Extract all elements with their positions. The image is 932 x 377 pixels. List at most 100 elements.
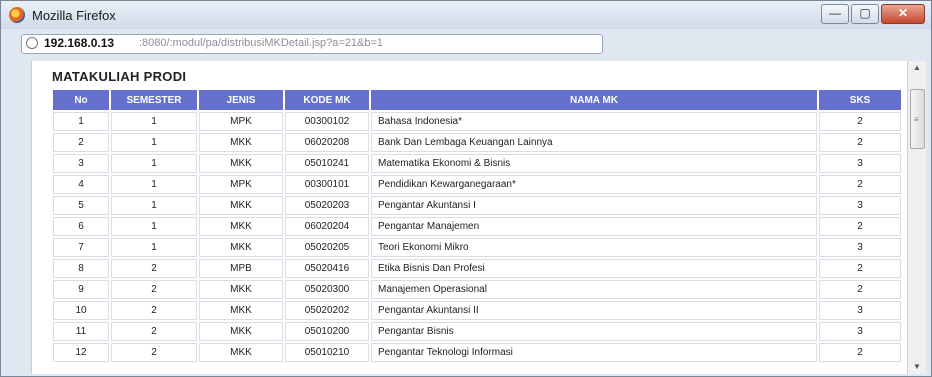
cell-kode-mk: 05010241	[285, 154, 369, 173]
cell-jenis: MKK	[199, 154, 283, 173]
table-row: 2 1 MKK 06020208 Bank Dan Lembaga Keuangan L…	[53, 133, 901, 152]
cell-kode-mk: 00300102	[285, 112, 369, 131]
scroll-up-icon[interactable]: ▲	[908, 61, 926, 75]
table-body: 1 1 MPK 00300102 Bahasa Indonesia* 2 2 1 MKK 0602…	[53, 112, 901, 362]
cell-nama-mk: Matematika Ekonomi & Bisnis	[371, 154, 817, 173]
cell-jenis: MPK	[199, 175, 283, 194]
cell-no: 2	[53, 133, 109, 152]
cell-no: 7	[53, 238, 109, 257]
firefox-icon	[9, 7, 25, 23]
column-header-jenis: JENIS	[199, 90, 283, 110]
cell-nama-mk: Pengantar Bisnis	[371, 322, 817, 341]
grip-icon: ≡	[914, 115, 919, 124]
url-path: :8080/:modul/pa/distribusiMKDetail.jsp?a…	[139, 37, 383, 49]
cell-jenis: MKK	[199, 196, 283, 215]
browser-window: Mozilla Firefox — ▢ ✕ 192.168.0.13 :8080…	[0, 0, 932, 377]
cell-jenis: MPB	[199, 259, 283, 278]
maximize-button[interactable]: ▢	[851, 4, 879, 24]
cell-semester: 1	[111, 154, 197, 173]
table-row: 3 1 MKK 05010241 Matematika Ekonomi & Bisnis…	[53, 154, 901, 173]
page-content: MATAKULIAH PRODI No SEMESTER JENIS KODE …	[31, 61, 907, 374]
cell-sks: 2	[819, 217, 901, 236]
address-bar[interactable]: 192.168.0.13 :8080/:modul/pa/distribusiM…	[21, 34, 603, 54]
cell-semester: 2	[111, 343, 197, 362]
column-header-kode-mk: KODE MK	[285, 90, 369, 110]
cell-no: 8	[53, 259, 109, 278]
scroll-thumb[interactable]: ≡	[910, 89, 925, 149]
cell-nama-mk: Bank Dan Lembaga Keuangan Lainnya	[371, 133, 817, 152]
cell-kode-mk: 05020205	[285, 238, 369, 257]
cell-semester: 2	[111, 280, 197, 299]
cell-sks: 2	[819, 259, 901, 278]
cell-semester: 1	[111, 133, 197, 152]
column-header-semester: SEMESTER	[111, 90, 197, 110]
cell-jenis: MKK	[199, 280, 283, 299]
cell-kode-mk: 06020208	[285, 133, 369, 152]
cell-sks: 2	[819, 280, 901, 299]
cell-sks: 2	[819, 175, 901, 194]
column-header-sks: SKS	[819, 90, 901, 110]
cell-jenis: MKK	[199, 301, 283, 320]
close-icon: ✕	[897, 6, 909, 20]
cell-kode-mk: 05020203	[285, 196, 369, 215]
cell-nama-mk: Pengantar Manajemen	[371, 217, 817, 236]
cell-kode-mk: 05020300	[285, 280, 369, 299]
cell-no: 3	[53, 154, 109, 173]
cell-no: 1	[53, 112, 109, 131]
window-title: Mozilla Firefox	[32, 8, 116, 23]
cell-sks: 3	[819, 238, 901, 257]
cell-kode-mk: 05010200	[285, 322, 369, 341]
cell-sks: 3	[819, 301, 901, 320]
cell-semester: 2	[111, 301, 197, 320]
course-table: No SEMESTER JENIS KODE MK NAMA MK SKS 11…	[51, 88, 903, 364]
table-row: 12 2 MKK 05010210 Pengantar Teknologi Inform…	[53, 343, 901, 362]
cell-jenis: MKK	[199, 343, 283, 362]
vertical-scrollbar[interactable]: ▲ ≡ ▼	[907, 61, 926, 374]
cell-nama-mk: Teori Ekonomi Mikro	[371, 238, 817, 257]
cell-semester: 1	[111, 175, 197, 194]
minimize-button[interactable]: —	[821, 4, 849, 24]
close-button[interactable]: ✕	[881, 4, 925, 24]
cell-nama-mk: Pengantar Teknologi Informasi	[371, 343, 817, 362]
table-row: 1 1 MPK 00300102 Bahasa Indonesia* 2	[53, 112, 901, 131]
cell-semester: 1	[111, 196, 197, 215]
cell-nama-mk: Etika Bisnis Dan Profesi	[371, 259, 817, 278]
cell-jenis: MKK	[199, 133, 283, 152]
cell-semester: 1	[111, 238, 197, 257]
cell-semester: 1	[111, 112, 197, 131]
cell-kode-mk: 00300101	[285, 175, 369, 194]
table-row: 5 1 MKK 05020203 Pengantar Akuntansi I3	[53, 196, 901, 215]
scroll-down-icon[interactable]: ▼	[908, 360, 926, 374]
cell-jenis: MKK	[199, 238, 283, 257]
cell-no: 4	[53, 175, 109, 194]
page-title: MATAKULIAH PRODI	[52, 69, 187, 84]
minimize-icon: —	[829, 6, 841, 20]
cell-kode-mk: 05020416	[285, 259, 369, 278]
cell-nama-mk: Bahasa Indonesia*	[371, 112, 817, 131]
table-row: 10 2 MKK 05020202 Pengantar Akuntansi II 3	[53, 301, 901, 320]
maximize-icon: ▢	[859, 6, 871, 20]
cell-nama-mk: Pengantar Akuntansi II	[371, 301, 817, 320]
cell-sks: 2	[819, 133, 901, 152]
cell-nama-mk: Pendidikan Kewarganegaraan*	[371, 175, 817, 194]
cell-no: 9	[53, 280, 109, 299]
table-row: 7 1 MKK 05020205 Teori Ekonomi Mikro 3	[53, 238, 901, 257]
cell-kode-mk: 05020202	[285, 301, 369, 320]
cell-jenis: MKK	[199, 217, 283, 236]
cell-semester: 1	[111, 217, 197, 236]
cell-kode-mk: 05010210	[285, 343, 369, 362]
cell-kode-mk: 06020204	[285, 217, 369, 236]
table-row: 8 2 MPB 05020416 Etika Bisnis Dan Profesi 2	[53, 259, 901, 278]
column-header-nama-mk: NAMA MK	[371, 90, 817, 110]
column-header-no: No	[53, 90, 109, 110]
table-row: 4 1 MPK 00300101 Pendidikan Kewarganegaraan*…	[53, 175, 901, 194]
table-row: 6 1 MKK 06020204 Pengantar Manajemen 2	[53, 217, 901, 236]
cell-no: 12	[53, 343, 109, 362]
table-row: 9 2 MKK 05020300 Manajemen Operasional 2	[53, 280, 901, 299]
url-host: 192.168.0.13	[44, 36, 115, 50]
title-bar: Mozilla Firefox — ▢ ✕	[1, 1, 931, 29]
cell-sks: 3	[819, 196, 901, 215]
cell-nama-mk: Manajemen Operasional	[371, 280, 817, 299]
cell-semester: 2	[111, 259, 197, 278]
table-header-row: No SEMESTER JENIS KODE MK NAMA MK SKS	[53, 90, 901, 110]
